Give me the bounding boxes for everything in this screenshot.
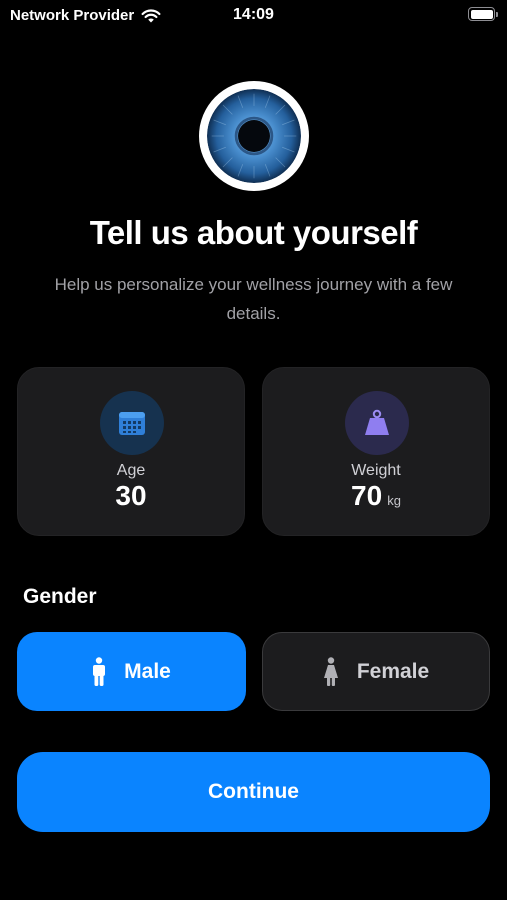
gender-female-label: Female xyxy=(356,659,430,683)
battery-level xyxy=(470,9,493,19)
weight-icon xyxy=(365,409,389,435)
battery-icon xyxy=(468,7,498,21)
age-value: 30 xyxy=(115,480,147,511)
weight-value-row: 70 kg xyxy=(263,480,489,512)
gender-female-button[interactable]: Female xyxy=(262,632,490,711)
weight-value: 70 xyxy=(351,480,383,511)
continue-label: Continue xyxy=(208,780,299,803)
weight-card[interactable]: Weight 70 kg xyxy=(262,367,490,536)
weight-icon-circle xyxy=(345,391,409,455)
age-label: Age xyxy=(116,462,146,479)
page-title: Tell us about yourself xyxy=(89,214,418,251)
weight-unit: kg xyxy=(387,493,401,508)
calendar-icon xyxy=(119,412,145,435)
male-icon xyxy=(93,656,106,686)
eye-icon xyxy=(207,89,301,183)
page-subtitle: Help us personalize your wellness journe… xyxy=(54,275,453,323)
screen: Network Provider 14:09 Tell us about you… xyxy=(0,0,507,900)
age-card[interactable]: Age 30 xyxy=(17,367,245,536)
age-icon-circle xyxy=(100,391,164,455)
gender-section-label: Gender xyxy=(23,585,97,608)
female-icon xyxy=(323,656,338,686)
status-bar: Network Provider 14:09 xyxy=(0,0,507,32)
gender-male-label: Male xyxy=(124,659,171,683)
continue-button[interactable]: Continue xyxy=(17,752,490,832)
status-time: 14:09 xyxy=(233,6,274,23)
gender-male-button[interactable]: Male xyxy=(17,632,246,711)
weight-label: Weight xyxy=(351,462,401,479)
eye-illustration xyxy=(199,81,309,191)
